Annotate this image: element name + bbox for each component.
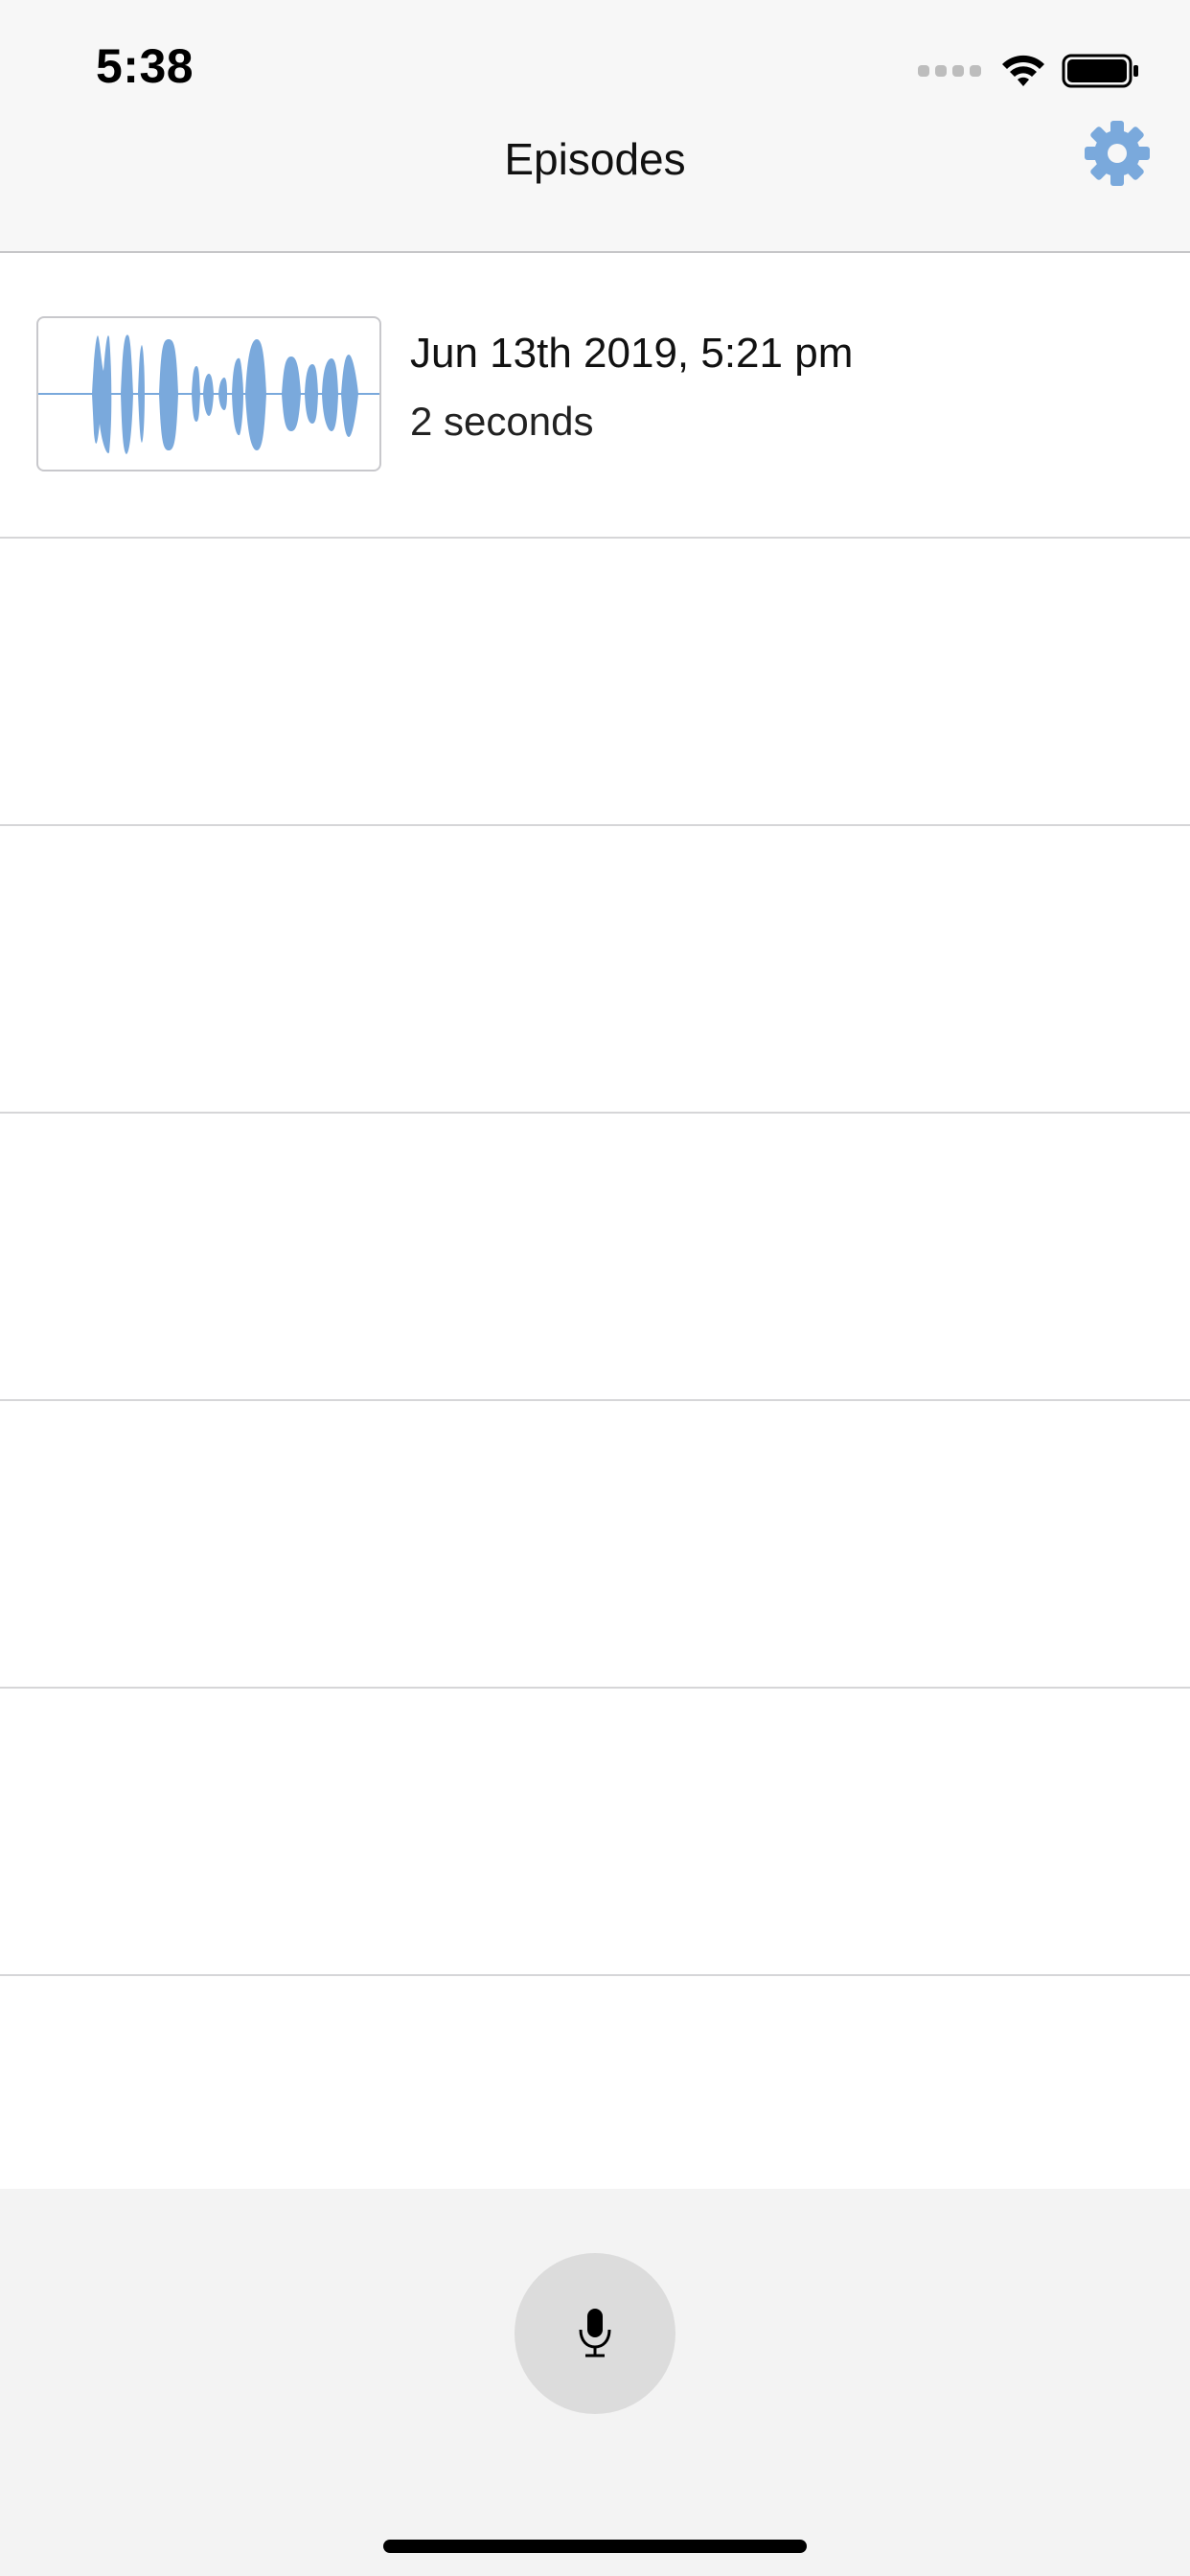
header-area: 5:38 Episodes bbox=[0, 0, 1190, 253]
episodes-list: Jun 13th 2019, 5:21 pm 2 seconds bbox=[0, 253, 1190, 1976]
bottom-toolbar bbox=[0, 2189, 1190, 2576]
status-icons bbox=[918, 50, 1140, 92]
waveform-thumbnail bbox=[36, 316, 381, 472]
episodes-screen: 5:38 Episodes Jun 13th 2019, 5:21 pm 2 s… bbox=[0, 0, 1190, 2576]
signal-dots-icon bbox=[918, 65, 981, 77]
empty-row bbox=[0, 826, 1190, 1114]
status-time: 5:38 bbox=[96, 39, 195, 93]
episode-duration: 2 seconds bbox=[410, 399, 594, 444]
empty-row bbox=[0, 1689, 1190, 1976]
waveform-icon bbox=[38, 334, 379, 454]
microphone-icon bbox=[579, 2309, 611, 2358]
gear-icon bbox=[1085, 121, 1150, 186]
page-title: Episodes bbox=[504, 134, 686, 184]
empty-row bbox=[0, 539, 1190, 826]
battery-icon bbox=[1062, 54, 1138, 88]
record-button[interactable] bbox=[515, 2253, 675, 2414]
episode-title: Jun 13th 2019, 5:21 pm bbox=[410, 330, 854, 377]
settings-button[interactable] bbox=[1083, 119, 1152, 188]
episode-row[interactable]: Jun 13th 2019, 5:21 pm 2 seconds bbox=[0, 253, 1190, 539]
empty-row bbox=[0, 1114, 1190, 1401]
wifi-icon bbox=[1002, 55, 1044, 86]
home-indicator[interactable] bbox=[383, 2540, 807, 2553]
empty-row bbox=[0, 1401, 1190, 1689]
